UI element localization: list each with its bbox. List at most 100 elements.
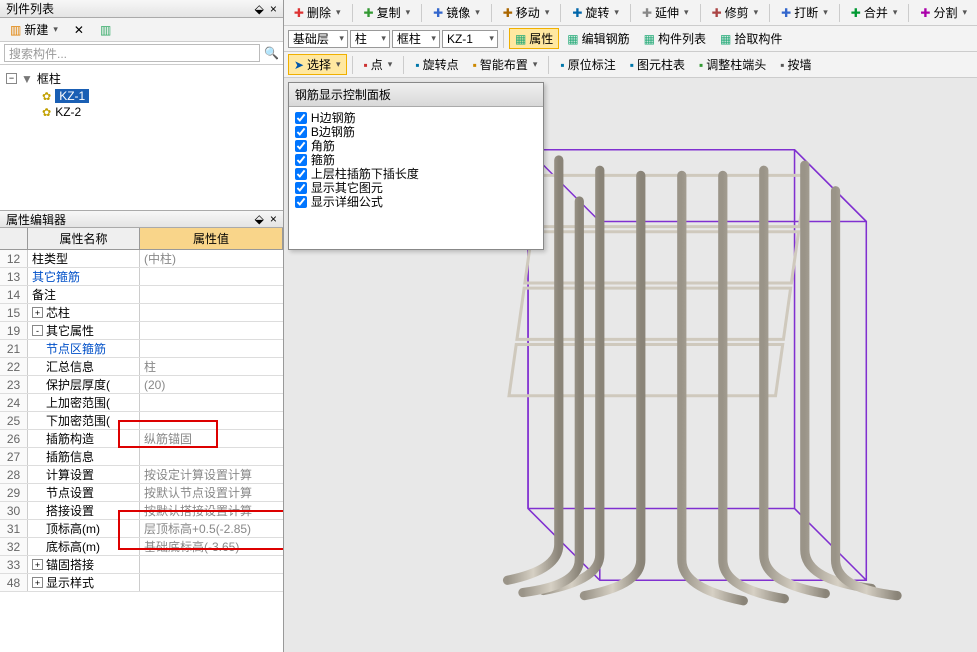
btn-按墙[interactable]: ▪按墙	[774, 54, 817, 75]
cmd-复制[interactable]: ✚复制	[358, 2, 417, 23]
cmd-修剪[interactable]: ✚修剪	[706, 2, 765, 23]
action-toolbar: ➤选择 ▪点 ▪旋转点▪智能布置 ▪原位标注▪图元柱表▪调整柱端头▪按墙	[284, 52, 977, 78]
property-row[interactable]: 25下加密范围(	[0, 412, 283, 430]
collapse-icon[interactable]: −	[6, 73, 17, 84]
check-显示其它图元[interactable]: 显示其它图元	[295, 181, 537, 195]
check-上层柱插筋下插长度[interactable]: 上层柱插筋下插长度	[295, 167, 537, 181]
cmd-icon: ✚	[294, 6, 304, 20]
property-editor-header: 属性编辑器 ⬙ ×	[0, 210, 283, 228]
cmd-延伸[interactable]: ✚延伸	[636, 2, 695, 23]
tree-root[interactable]: − ▼ 框柱	[6, 69, 277, 88]
property-row[interactable]: 31顶标高(m)层顶标高+0.5(-2.85)	[0, 520, 283, 538]
property-row[interactable]: 13其它箍筋	[0, 268, 283, 286]
col-header-name: 属性名称	[28, 228, 140, 249]
combo-框柱[interactable]: 框柱	[392, 30, 440, 48]
property-row[interactable]: 24上加密范围(	[0, 394, 283, 412]
tool-icon: ▪	[560, 58, 564, 72]
cmd-icon: ✚	[364, 6, 374, 20]
component-list-title: 列件列表	[6, 0, 255, 17]
property-row[interactable]: 26插筋构造纵筋锚固	[0, 430, 283, 448]
pin-icon[interactable]: ⬙	[255, 212, 264, 226]
btn-调整柱端头[interactable]: ▪调整柱端头	[693, 54, 772, 75]
checkbox[interactable]	[295, 112, 307, 124]
cmd-icon: ✚	[433, 6, 443, 20]
combo-柱[interactable]: 柱	[350, 30, 390, 48]
check-箍筋[interactable]: 箍筋	[295, 153, 537, 167]
close-icon[interactable]: ×	[270, 212, 277, 226]
property-row[interactable]: 28计算设置按设定计算设置计算	[0, 466, 283, 484]
top-toolbar: ✚删除 ✚复制 ✚镜像 ✚移动 ✚旋转 ✚延伸 ✚修剪 ✚打断 ✚合并 ✚分割	[284, 0, 977, 26]
checkbox[interactable]	[295, 154, 307, 166]
property-row[interactable]: 15+芯柱	[0, 304, 283, 322]
cmd-旋转[interactable]: ✚旋转	[566, 2, 625, 23]
property-row[interactable]: 27插筋信息	[0, 448, 283, 466]
property-row[interactable]: 21节点区箍筋	[0, 340, 283, 358]
cmd-分割[interactable]: ✚分割	[914, 2, 973, 23]
property-row[interactable]: 33+锚固搭接	[0, 556, 283, 574]
btn-图元柱表[interactable]: ▪图元柱表	[624, 54, 691, 75]
expand-icon[interactable]: +	[32, 307, 43, 318]
property-row[interactable]: 19-其它属性	[0, 322, 283, 340]
cmd-打断[interactable]: ✚打断	[775, 2, 834, 23]
check-B边钢筋[interactable]: B边钢筋	[295, 125, 537, 139]
property-row[interactable]: 29节点设置按默认节点设置计算	[0, 484, 283, 502]
search-input[interactable]	[4, 44, 260, 62]
property-row[interactable]: 22汇总信息柱	[0, 358, 283, 376]
rebar-display-panel: 钢筋显示控制面板 H边钢筋B边钢筋角筋箍筋上层柱插筋下插长度显示其它图元显示详细…	[288, 82, 544, 250]
tool-icon: ▪	[473, 58, 477, 72]
property-row[interactable]: 48+显示样式	[0, 574, 283, 592]
btn-构件列表[interactable]: ▦构件列表	[638, 28, 712, 49]
select-button[interactable]: ➤选择	[288, 54, 347, 75]
property-row[interactable]: 12柱类型(中柱)	[0, 250, 283, 268]
checkbox[interactable]	[295, 168, 307, 180]
pin-icon[interactable]: ⬙	[255, 2, 264, 16]
cmd-移动[interactable]: ✚移动	[497, 2, 556, 23]
tool-icon: ▪	[699, 58, 703, 72]
btn-旋转点[interactable]: ▪旋转点	[409, 54, 464, 75]
tool-icon: ▦	[515, 32, 526, 46]
btn-编辑钢筋[interactable]: ▦编辑钢筋	[561, 28, 635, 49]
collapse-icon[interactable]: -	[32, 325, 43, 336]
cmd-删除[interactable]: ✚删除	[288, 2, 347, 23]
gear-icon: ✿	[42, 90, 51, 103]
gear-icon: ✿	[42, 106, 51, 119]
property-row[interactable]: 23保护层厚度((20)	[0, 376, 283, 394]
close-icon[interactable]: ×	[270, 2, 277, 16]
tool-icon: ▪	[630, 58, 634, 72]
component-list-header: 列件列表 ⬙ ×	[0, 0, 283, 18]
checkbox[interactable]	[295, 182, 307, 194]
btn-属性[interactable]: ▦属性	[509, 28, 559, 49]
new-button[interactable]: ▥ 新建	[4, 19, 64, 40]
tool-icon: ▦	[567, 32, 578, 46]
tree-item-kz1[interactable]: ✿ KZ-1	[6, 88, 277, 104]
btn-点[interactable]: ▪点	[358, 54, 399, 75]
expand-icon[interactable]: +	[32, 577, 43, 588]
btn-拾取构件[interactable]: ▦拾取构件	[714, 28, 788, 49]
search-icon[interactable]: 🔍	[264, 46, 279, 60]
tool-icon: ▦	[720, 32, 731, 46]
check-显示详细公式[interactable]: 显示详细公式	[295, 195, 537, 209]
property-row[interactable]: 14备注	[0, 286, 283, 304]
checkbox[interactable]	[295, 140, 307, 152]
checkbox[interactable]	[295, 126, 307, 138]
check-H边钢筋[interactable]: H边钢筋	[295, 111, 537, 125]
combo-KZ-1[interactable]: KZ-1	[442, 30, 498, 48]
tool-icon: ▪	[364, 58, 368, 72]
col-header-value: 属性值	[140, 228, 283, 249]
property-row[interactable]: 32底标高(m)基础底标高(-3.65)	[0, 538, 283, 556]
check-角筋[interactable]: 角筋	[295, 139, 537, 153]
filter-icon[interactable]: ▥	[94, 21, 117, 39]
expand-icon[interactable]: +	[32, 559, 43, 570]
delete-icon[interactable]: ✕	[68, 21, 90, 39]
cmd-合并[interactable]: ✚合并	[845, 2, 904, 23]
checkbox[interactable]	[295, 196, 307, 208]
tool-icon: ▪	[415, 58, 419, 72]
tree-item-kz2[interactable]: ✿ KZ-2	[6, 104, 277, 120]
btn-原位标注[interactable]: ▪原位标注	[554, 54, 621, 75]
combo-基础层[interactable]: 基础层	[288, 30, 348, 48]
3d-viewport[interactable]: 钢筋显示控制面板 H边钢筋B边钢筋角筋箍筋上层柱插筋下插长度显示其它图元显示详细…	[284, 78, 977, 652]
property-row[interactable]: 30搭接设置按默认搭接设置计算	[0, 502, 283, 520]
cmd-镜像[interactable]: ✚镜像	[427, 2, 486, 23]
btn-智能布置[interactable]: ▪智能布置	[467, 54, 544, 75]
new-icon: ▥	[10, 23, 21, 37]
